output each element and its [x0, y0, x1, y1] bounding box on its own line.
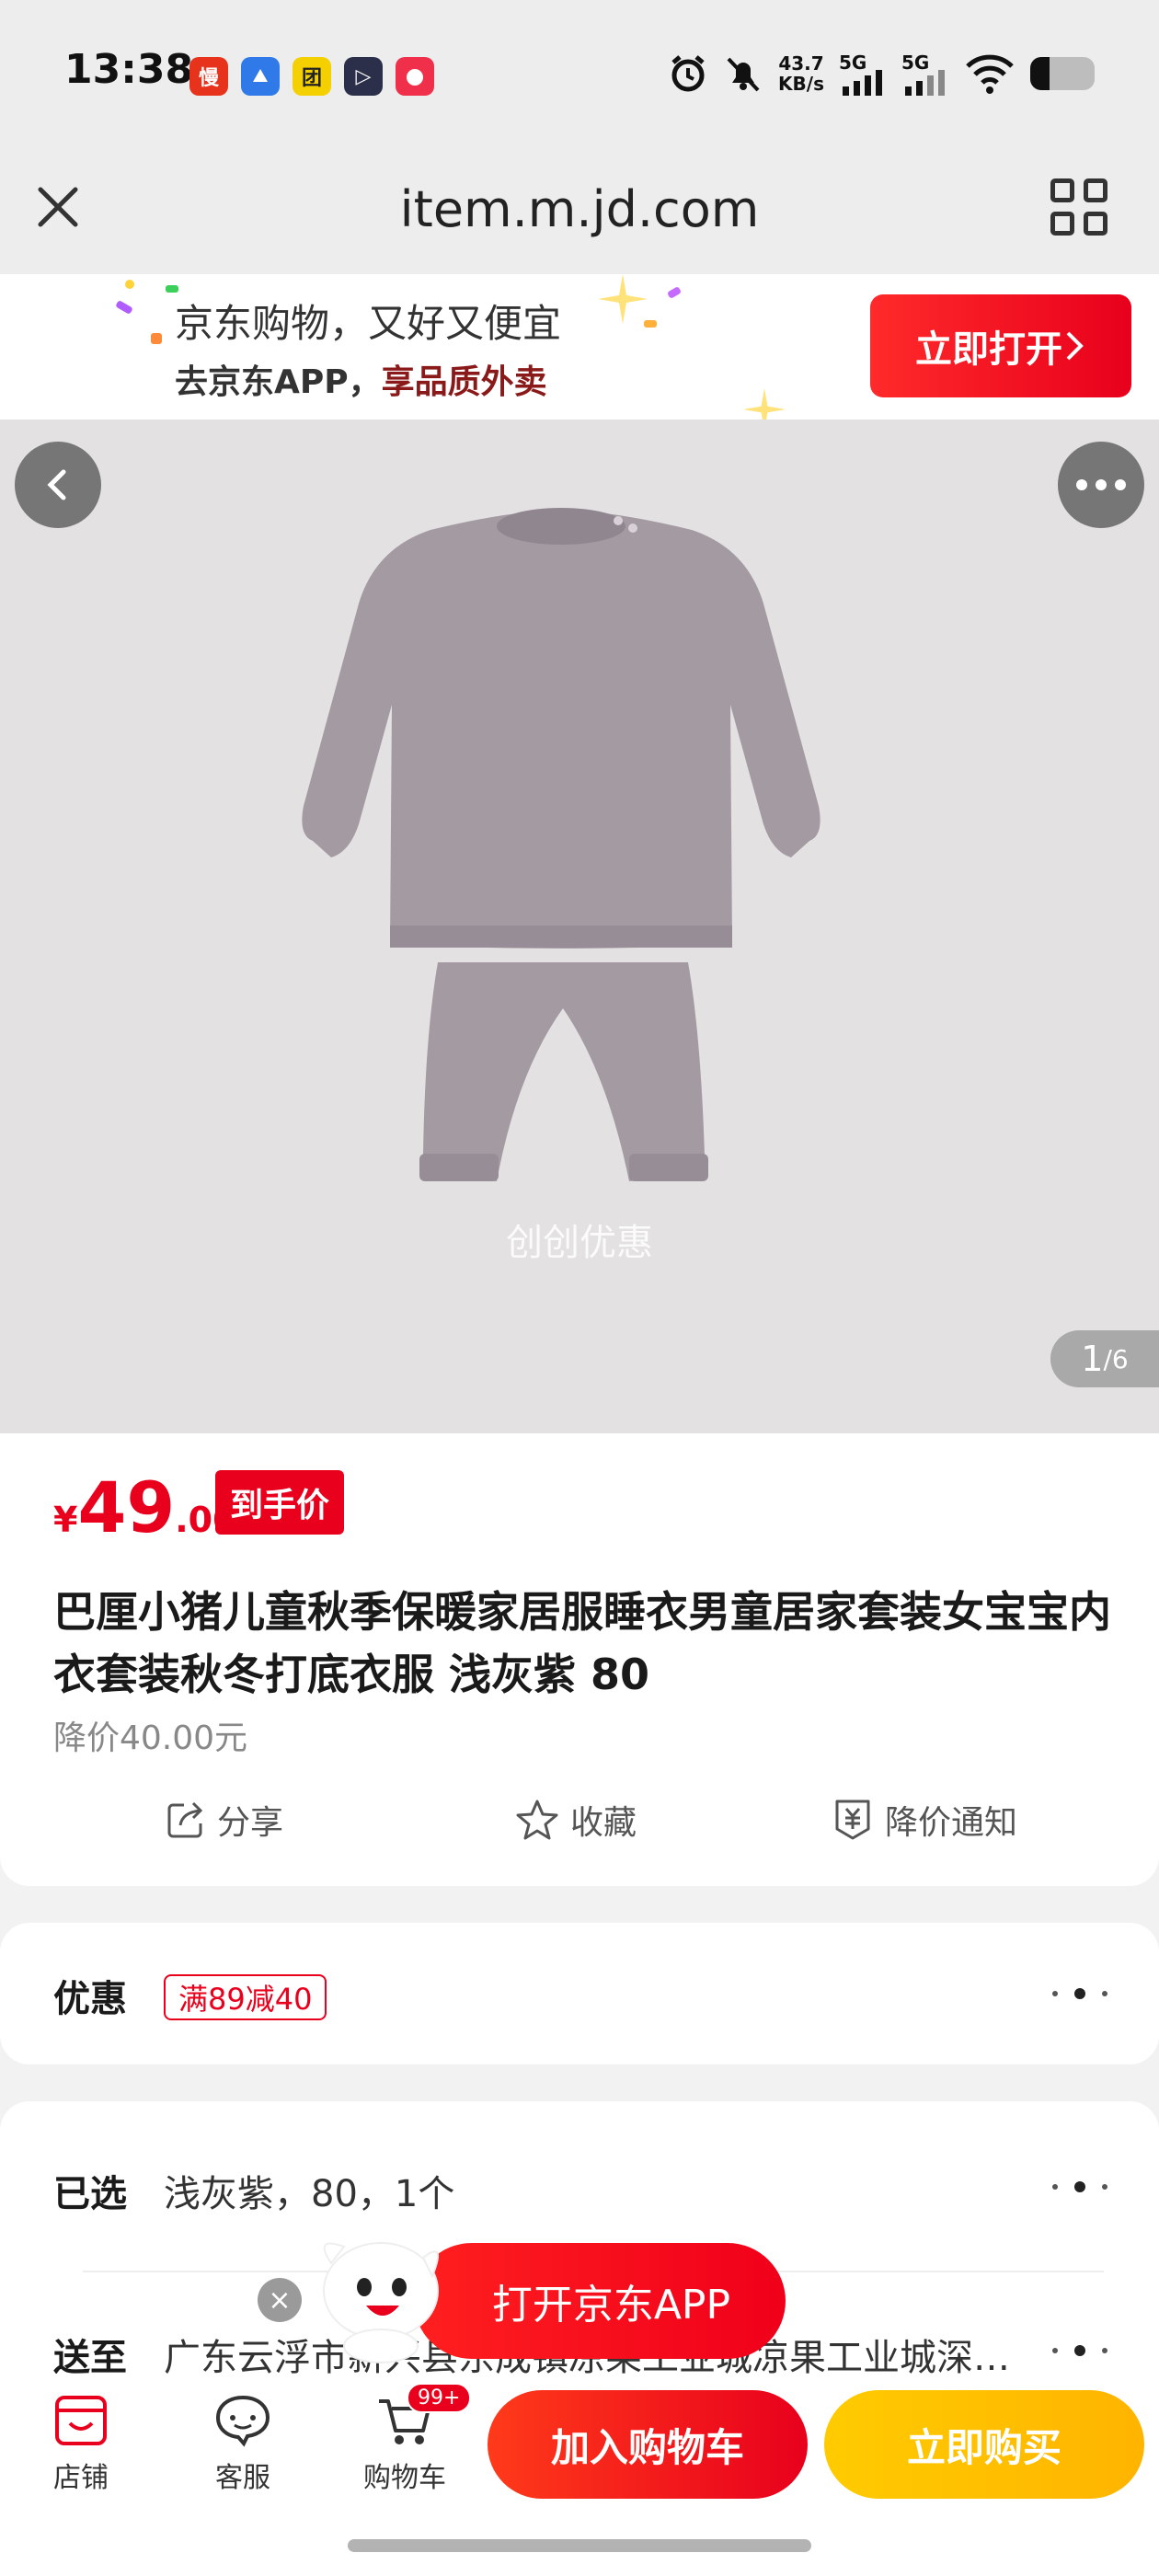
store-tab[interactable]: 店铺: [26, 2386, 136, 2495]
status-app-icons: 慢 团 ▷: [189, 57, 434, 96]
share-label: 分享: [217, 1804, 284, 1842]
buy-now-button[interactable]: 立即购买: [824, 2390, 1144, 2499]
floating-close-button[interactable]: ×: [258, 2278, 302, 2322]
banner-subline-highlight: 享品质外卖: [381, 363, 547, 401]
product-price: ¥ 49 .00: [53, 1466, 237, 1548]
banner-subline-prefix: 去京东APP，: [175, 363, 382, 401]
signal-bars-icon: [905, 70, 945, 96]
selected-label: 已选: [53, 2173, 127, 2215]
speed-value: 43.7: [778, 52, 824, 75]
confetti-decoration: [666, 286, 683, 299]
star-outline-icon: [516, 1800, 558, 1840]
price-integer: 49: [77, 1466, 176, 1548]
confetti-decoration: [151, 333, 162, 344]
share-icon: [167, 1801, 203, 1838]
signal-bars-icon: [843, 70, 882, 96]
product-actions: 分享 收藏 降价通知: [0, 1796, 1159, 1860]
network-speed: 43.7 KB/s: [778, 53, 824, 94]
alarm-icon: [671, 55, 705, 92]
status-time: 13:38: [64, 46, 194, 93]
selected-value[interactable]: 浅灰紫，80，1个: [164, 2164, 992, 2217]
home-indicator[interactable]: [348, 2539, 811, 2552]
coupon-badge[interactable]: 满89减40: [164, 1974, 327, 2020]
chevron-left-icon: [47, 469, 66, 500]
star-icon: [598, 274, 648, 324]
cart-label: 购物车: [363, 2462, 446, 2494]
grid-icon[interactable]: [1050, 178, 1107, 236]
more-button[interactable]: [1058, 442, 1144, 528]
price-alert-label: 降价通知: [885, 1804, 1018, 1842]
cart-tab[interactable]: 99+ 购物车: [350, 2383, 472, 2495]
chat-icon: [215, 2395, 270, 2447]
cart-count-badge: 99+: [407, 2383, 472, 2413]
status-bar: 13:38 慢 团 ▷ 43.7 KB/s 5G 5G: [0, 0, 1159, 147]
favorite-button[interactable]: 收藏: [515, 1796, 637, 1844]
favorite-label: 收藏: [570, 1804, 637, 1842]
store-label: 店铺: [53, 2462, 109, 2494]
confetti-decoration: [166, 285, 178, 293]
image-counter-current: 1: [1081, 1339, 1104, 1379]
store-icon: [55, 2396, 107, 2445]
star-icon: [743, 388, 786, 420]
image-watermark: 创创优惠: [506, 1222, 653, 1264]
battery-icon: [1030, 57, 1095, 90]
open-app-label: 立即打开: [915, 328, 1062, 371]
wifi-icon: [966, 54, 1014, 94]
more-dots-icon[interactable]: [1052, 1987, 1107, 2000]
more-dots-icon[interactable]: [1052, 2344, 1107, 2357]
price-alert-icon: [835, 1800, 870, 1840]
signal-1: 5G: [839, 52, 887, 96]
floating-open-app-label: 打开京东APP: [491, 2282, 730, 2329]
open-app-button[interactable]: 立即打开: [870, 294, 1131, 397]
more-icon: [1076, 479, 1126, 490]
product-image: [302, 508, 820, 1181]
confetti-decoration: [115, 300, 133, 315]
banner-subline: 去京东APP，享品质外卖: [175, 355, 547, 403]
image-counter-total: /6: [1103, 1343, 1129, 1374]
chevron-right-icon: [1066, 331, 1084, 361]
add-to-cart-button[interactable]: 加入购物车: [488, 2390, 808, 2499]
banner-headline: 京东购物，又好又便宜: [175, 301, 562, 346]
browser-bar: item.m.jd.com: [0, 147, 1159, 274]
battery-level: [1030, 57, 1050, 90]
image-counter: 1/6: [1050, 1330, 1159, 1387]
app-icon-pig: [396, 57, 434, 96]
app-icon-man: 慢: [189, 57, 228, 96]
product-gallery[interactable]: 创创优惠 1/6: [0, 420, 1159, 1433]
speed-unit: KB/s: [778, 73, 824, 95]
product-title: 巴厘小猪儿童秋季保暖家居服睡衣男童居家套装女宝宝内衣套装秋冬打底衣服 浅灰紫 8…: [53, 1587, 1111, 1699]
app-icon-play: ▷: [344, 57, 383, 96]
promo-label: 优惠: [53, 1978, 127, 2020]
more-dots-icon[interactable]: [1052, 2180, 1107, 2193]
service-label: 客服: [215, 2462, 270, 2494]
confetti-decoration: [125, 280, 134, 289]
app-icon-blue: [241, 57, 280, 96]
jd-mascot-icon: [323, 2242, 440, 2363]
mute-icon: [727, 57, 760, 92]
share-button[interactable]: 分享: [166, 1796, 283, 1844]
back-button[interactable]: [15, 442, 101, 528]
url-text: item.m.jd.com: [399, 180, 760, 238]
product-page: 13:38 慢 团 ▷ 43.7 KB/s 5G 5G item.m.jd.co…: [0, 0, 1159, 2576]
final-price-badge: 到手价: [215, 1470, 345, 1535]
price-currency: ¥: [53, 1500, 78, 1540]
floating-open-app-button[interactable]: 打开京东APP: [414, 2243, 786, 2359]
app-icon-tuan: 团: [293, 57, 331, 96]
price-alert-button[interactable]: 降价通知: [832, 1796, 1017, 1844]
promo-card[interactable]: 优惠 满89减40: [0, 1923, 1159, 2064]
service-tab[interactable]: 客服: [188, 2386, 298, 2495]
signal-2: 5G: [901, 52, 949, 96]
price-drop-text: 降价40.00元: [53, 1719, 248, 1757]
app-promo-banner[interactable]: 京东购物，又好又便宜 去京东APP，享品质外卖 立即打开: [0, 274, 1159, 420]
product-info-card: ¥ 49 .00 到手价 巴厘小猪儿童秋季保暖家居服睡衣男童居家套装女宝宝内衣套…: [0, 1433, 1159, 1886]
status-right: 43.7 KB/s 5G 5G: [668, 52, 1095, 96]
